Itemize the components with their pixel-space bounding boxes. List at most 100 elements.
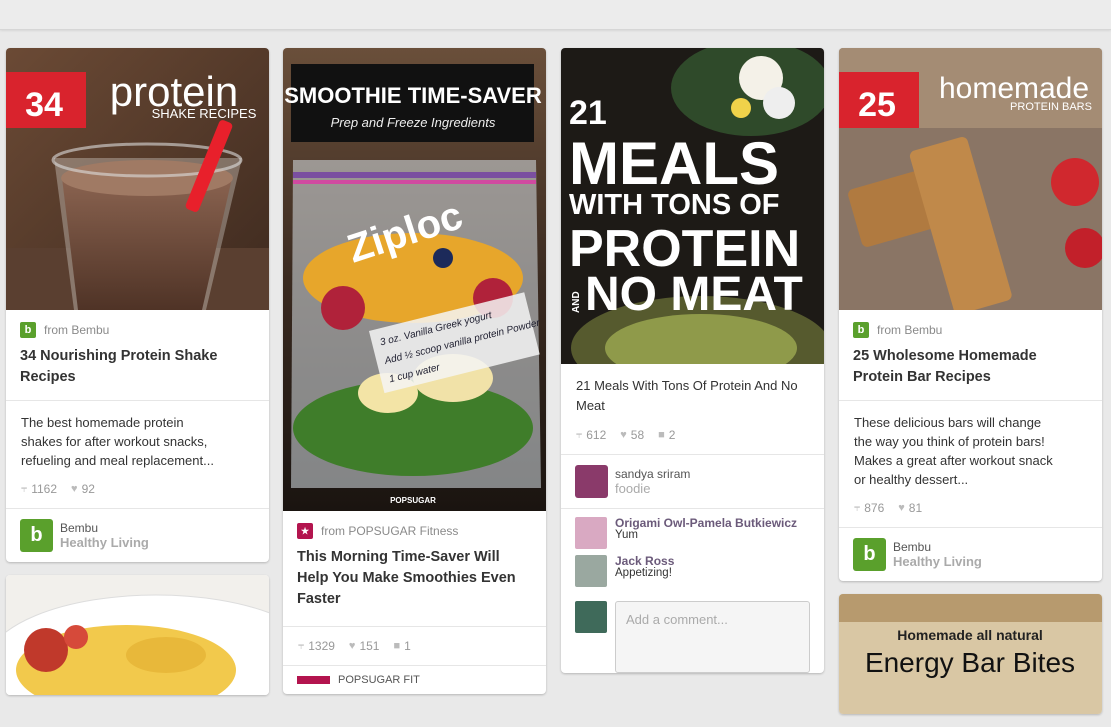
repin-count: 1162 xyxy=(31,482,58,496)
pin-card[interactable]: 34 protein SHAKE RECIPES b from Bembu 34… xyxy=(6,48,269,562)
pin-description-line: shakes for after workout snacks, xyxy=(21,434,208,449)
pin-column-4: 25 homemade PROTEIN BARS b from Bembu 25… xyxy=(839,48,1102,727)
pin-card[interactable]: SMOOTHIE TIME-SAVER Prep and Freeze Ingr… xyxy=(283,48,546,694)
owner-name[interactable]: Bembu xyxy=(893,540,982,554)
pin-card[interactable] xyxy=(6,575,269,695)
like-count: 92 xyxy=(81,482,95,496)
pin-title[interactable]: 21 Meals With Tons Of Protein And No Mea… xyxy=(561,364,824,424)
pin-description: These delicious bars will change the way… xyxy=(839,400,1102,497)
pin-title[interactable]: 25 Wholesome Homemade Protein Bar Recipe… xyxy=(839,338,1102,400)
pin-icon: ⫧ xyxy=(21,482,28,495)
comment-text: Appetizing! xyxy=(615,567,672,579)
pin-image[interactable]: Homemade all natural Energy Bar Bites xyxy=(839,594,1102,714)
avatar[interactable] xyxy=(575,555,607,587)
pin-image[interactable] xyxy=(6,575,269,695)
pin-image[interactable]: 34 protein SHAKE RECIPES xyxy=(6,48,269,310)
pin-image[interactable]: 25 homemade PROTEIN BARS xyxy=(839,48,1102,310)
pin-column-2: SMOOTHIE TIME-SAVER Prep and Freeze Ingr… xyxy=(283,48,546,707)
pin-icon: ⫧ xyxy=(854,501,861,514)
comment-author[interactable]: Origami Owl-Pamela Butkiewicz xyxy=(615,517,797,529)
bembu-logo-icon: b xyxy=(20,322,36,338)
top-bar xyxy=(0,0,1111,30)
heart-icon: ♥ xyxy=(620,429,627,441)
comment-count: 2 xyxy=(668,428,676,442)
pin-source[interactable]: ★ from POPSUGAR Fitness xyxy=(283,511,546,539)
board-name[interactable]: Healthy Living xyxy=(60,535,149,550)
pin-column-3: 21 MEALS WITH TONS OF PROTEIN AND NO MEA… xyxy=(561,48,824,686)
comment-count: 1 xyxy=(404,639,411,653)
comment-text: Yum xyxy=(615,529,639,541)
pin-image[interactable]: SMOOTHIE TIME-SAVER Prep and Freeze Ingr… xyxy=(283,48,546,511)
image-subtitle: SHAKE RECIPES xyxy=(152,106,257,121)
pin-card[interactable]: Homemade all natural Energy Bar Bites xyxy=(839,594,1102,714)
pin-icon: ⫧ xyxy=(298,639,305,652)
pin-icon: ⫧ xyxy=(576,428,583,441)
pin-stats: ⫧ 612 ♥ 58 ■ 2 xyxy=(561,424,824,454)
image-line: 21 xyxy=(569,94,607,132)
pin-description-line: or healthy dessert... xyxy=(854,472,969,487)
pin-source[interactable]: b from Bembu xyxy=(6,310,269,338)
badge-number: 25 xyxy=(858,86,896,124)
comment-input[interactable]: Add a comment... xyxy=(615,601,810,673)
watermark: POPSUGAR xyxy=(390,496,436,505)
avatar[interactable] xyxy=(297,676,330,684)
pin-source-label: from Bembu xyxy=(44,323,110,337)
bembu-logo-icon: b xyxy=(853,322,869,338)
board-name[interactable]: Healthy Living xyxy=(893,554,982,569)
image-line: NO MEAT xyxy=(585,268,803,321)
image-line: WITH TONS OF xyxy=(569,189,780,221)
popsugar-logo-icon: ★ xyxy=(297,523,313,539)
avatar[interactable] xyxy=(575,517,607,549)
owner-name[interactable]: Bembu xyxy=(60,521,149,535)
owner-name[interactable]: POPSUGAR FIT xyxy=(338,674,420,686)
avatar[interactable] xyxy=(575,465,608,498)
repin-count: 876 xyxy=(864,501,885,515)
like-count: 81 xyxy=(908,501,923,515)
add-comment-row: Add a comment... xyxy=(561,601,824,673)
pin-source[interactable]: b from Bembu xyxy=(839,310,1102,338)
avatar xyxy=(575,601,607,633)
pin-owner[interactable]: POPSUGAR FIT xyxy=(283,665,546,694)
avatar[interactable]: b xyxy=(20,519,53,552)
comment-icon: ■ xyxy=(658,429,665,441)
comment-item: Jack Ross Appetizing! xyxy=(575,555,810,587)
pin-description: The best homemade protein shakes for aft… xyxy=(6,400,269,478)
banner-subtitle: Prep and Freeze Ingredients xyxy=(331,115,496,130)
pin-title[interactable]: 34 Nourishing Protein Shake Recipes xyxy=(6,338,269,400)
repin-count: 612 xyxy=(586,428,607,442)
like-count: 151 xyxy=(359,639,380,653)
pin-title[interactable]: This Morning Time-Saver Will Help You Ma… xyxy=(283,539,546,626)
pin-card[interactable]: 25 homemade PROTEIN BARS b from Bembu 25… xyxy=(839,48,1102,581)
heart-icon: ♥ xyxy=(71,483,78,495)
pin-stats: ⫧ 1162 ♥ 92 xyxy=(6,478,269,508)
pin-description-line: Makes a great after workout snack xyxy=(854,453,1053,468)
badge-number: 34 xyxy=(25,86,63,124)
heart-icon: ♥ xyxy=(898,502,905,514)
pin-stats: ⫧ 1329 ♥ 151 ■ 1 xyxy=(283,626,546,665)
board-name[interactable]: foodie xyxy=(615,481,690,496)
pin-image[interactable]: 21 MEALS WITH TONS OF PROTEIN AND NO MEA… xyxy=(561,48,824,364)
comment-icon: ■ xyxy=(393,640,401,652)
pin-description-line: the way you think of protein bars! xyxy=(854,434,1045,449)
image-subtitle: PROTEIN BARS xyxy=(1010,101,1092,113)
pin-owner[interactable]: sandya sriram foodie xyxy=(561,454,824,508)
comment-list: Origami Owl-Pamela Butkiewicz Yum Jack R… xyxy=(561,508,824,601)
pin-source-label: from Bembu xyxy=(877,323,943,337)
pin-card[interactable]: 21 MEALS WITH TONS OF PROTEIN AND NO MEA… xyxy=(561,48,824,673)
image-line: Energy Bar Bites xyxy=(865,647,1075,678)
pin-stats: ⫧ 876 ♥ 81 xyxy=(839,497,1102,527)
pin-source-label: from POPSUGAR Fitness xyxy=(321,524,459,538)
pin-owner[interactable]: b Bembu Healthy Living xyxy=(6,508,269,562)
pin-owner[interactable]: b Bembu Healthy Living xyxy=(839,527,1102,581)
comment-item: Origami Owl-Pamela Butkiewicz Yum xyxy=(575,517,810,549)
pin-description-line: These delicious bars will change xyxy=(854,415,1042,430)
image-line: AND xyxy=(571,291,582,313)
pin-description-line: refueling and meal replacement... xyxy=(21,453,214,468)
heart-icon: ♥ xyxy=(348,640,356,652)
pin-description-line: The best homemade protein xyxy=(21,415,184,430)
comment-author[interactable]: Jack Ross xyxy=(615,555,674,567)
image-line: MEALS xyxy=(569,130,779,197)
repin-count: 1329 xyxy=(308,639,335,653)
owner-name[interactable]: sandya sriram xyxy=(615,467,690,481)
avatar[interactable]: b xyxy=(853,538,886,571)
